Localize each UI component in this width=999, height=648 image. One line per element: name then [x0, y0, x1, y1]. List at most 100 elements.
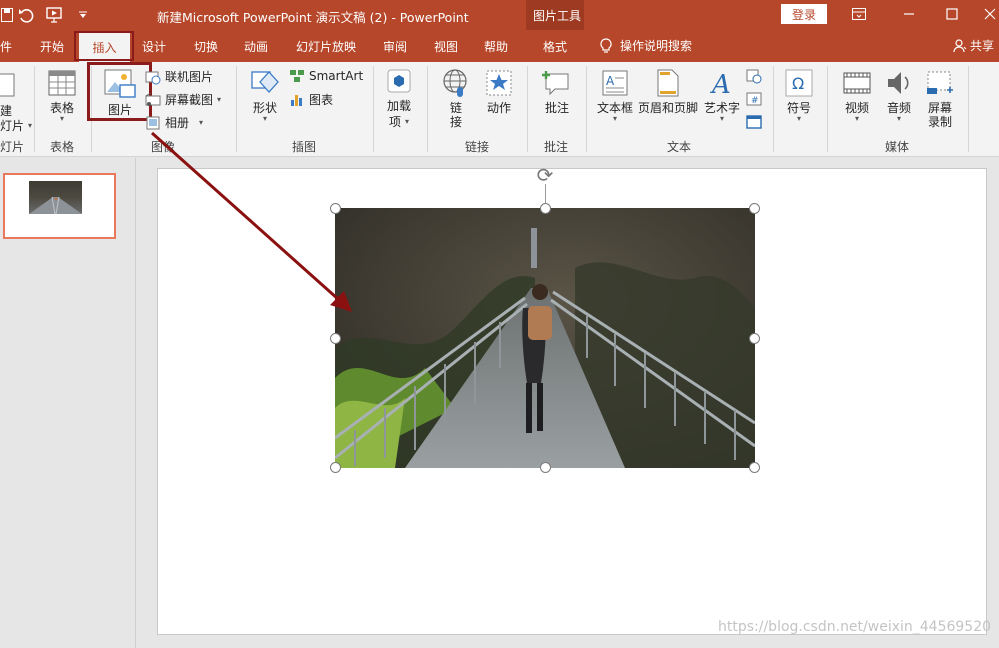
share-label: 共享 — [970, 39, 995, 53]
document-title: 新建Microsoft PowerPoint 演示文稿 (2) - PowerP… — [157, 10, 469, 25]
tab-transitions[interactable]: 切换 — [194, 38, 218, 55]
comment-label: 批注 — [544, 101, 569, 115]
resize-handle-top-right[interactable] — [749, 203, 760, 214]
undo-icon[interactable] — [17, 5, 35, 25]
link-button[interactable]: 链 接 — [441, 68, 471, 129]
comment-icon — [542, 71, 569, 96]
symbol-button[interactable]: Ω 符号 ▾ — [784, 68, 814, 123]
lightbulb-icon — [600, 37, 612, 53]
resize-handle-top-left[interactable] — [330, 203, 341, 214]
resize-handle-right[interactable] — [749, 333, 760, 344]
group-comments-label: 批注 — [544, 140, 569, 154]
tab-view[interactable]: 视图 — [434, 38, 458, 55]
ribbon-separator — [527, 66, 528, 152]
screen-recording-button[interactable]: 屏幕 录制 — [925, 68, 955, 129]
online-pictures-button[interactable]: 联机图片 — [145, 68, 213, 85]
photo-album-button[interactable]: 相册 ▾ — [145, 114, 203, 131]
tell-me-label: 操作说明搜索 — [620, 39, 693, 53]
smartart-button[interactable]: SmartArt — [289, 68, 363, 84]
tell-me-search[interactable]: 操作说明搜索 — [600, 37, 692, 54]
comment-button[interactable]: 批注 — [542, 68, 572, 115]
shapes-button[interactable]: 形状 ▾ — [249, 68, 281, 123]
resize-handle-left[interactable] — [330, 333, 341, 344]
header-footer-label: 页眉和页脚 — [638, 101, 699, 115]
watermark-text: https://blog.csdn.net/weixin_44569520 — [718, 619, 992, 635]
date-time-icon — [746, 69, 762, 84]
audio-button[interactable]: 音频 ▾ — [884, 68, 914, 123]
slide-thumbnail-image — [29, 181, 82, 215]
chart-label: 图表 — [309, 93, 334, 107]
screenshot-button[interactable]: 屏幕截图 ▾ — [145, 91, 221, 108]
svg-text:A: A — [710, 70, 731, 98]
textbox-label: 文本框 — [597, 101, 634, 115]
chevron-down-icon: ▾ — [896, 114, 901, 123]
date-time-button[interactable] — [746, 68, 762, 84]
start-from-beginning-icon[interactable] — [45, 5, 65, 25]
wordart-icon: A — [710, 70, 731, 98]
person-icon — [953, 38, 967, 52]
screenshot-label: 屏幕截图 — [165, 93, 214, 107]
svg-text:A: A — [606, 74, 615, 88]
resize-handle-bottom[interactable] — [540, 462, 551, 473]
login-button[interactable]: 登录 — [781, 4, 827, 24]
tab-help[interactable]: 帮助 — [484, 38, 508, 55]
group-tables-label: 表格 — [50, 140, 75, 154]
smartart-label: SmartArt — [309, 69, 364, 83]
wordart-button[interactable]: A 艺术字 ▾ — [704, 68, 740, 123]
link-label-top: 链 — [449, 101, 462, 115]
svg-text:Ω: Ω — [792, 74, 804, 93]
chevron-down-icon: ▾ — [59, 114, 64, 123]
customize-qat-icon[interactable] — [76, 5, 90, 25]
tab-file[interactable]: 件 — [0, 38, 12, 55]
store-icon — [387, 69, 411, 93]
action-button[interactable]: 动作 — [484, 68, 514, 115]
ribbon-display-options-icon[interactable] — [847, 4, 871, 24]
tab-home[interactable]: 开始 — [40, 38, 64, 55]
addins-label-bottom: 项 ▾ — [388, 115, 410, 129]
group-slides-label: 灯片 — [0, 140, 25, 154]
speaker-icon — [888, 72, 909, 94]
smartart-icon — [290, 70, 304, 82]
share-button[interactable]: 共享 — [953, 37, 994, 54]
resize-handle-bottom-right[interactable] — [749, 462, 760, 473]
new-slide-button[interactable] — [0, 68, 16, 98]
header-footer-button[interactable]: 页眉和页脚 — [638, 68, 698, 115]
picture-tools-label: 图片工具 — [533, 9, 582, 23]
globe-link-icon — [443, 69, 467, 97]
inserted-picture[interactable] — [335, 208, 755, 468]
tab-animations[interactable]: 动画 — [244, 38, 268, 55]
omega-icon: Ω — [785, 69, 813, 97]
resize-handle-bottom-left[interactable] — [330, 462, 341, 473]
maximize-icon[interactable] — [940, 4, 964, 24]
tab-slideshow[interactable]: 幻灯片放映 — [296, 38, 356, 55]
object-icon — [746, 115, 762, 129]
table-label: 表格 — [49, 101, 74, 115]
ribbon-separator — [34, 66, 35, 152]
save-icon[interactable] — [0, 5, 14, 25]
video-button[interactable]: 视频 ▾ — [842, 68, 872, 123]
textbox-button[interactable]: A 文本框 ▾ — [597, 68, 633, 123]
new-slide-label-bottom: 灯片 ▾ — [0, 119, 33, 133]
tab-design[interactable]: 设计 — [142, 38, 166, 55]
screen-recording-icon — [927, 71, 953, 94]
film-icon — [843, 72, 871, 94]
close-icon[interactable] — [978, 4, 999, 24]
rotate-handle-icon[interactable]: ⟳ — [534, 164, 556, 186]
group-links-label: 链接 — [465, 140, 490, 154]
ribbon-separator — [236, 66, 237, 152]
table-button[interactable]: 表格 ▾ — [47, 68, 77, 123]
group-text-label: 文本 — [667, 140, 692, 154]
ribbon-separator — [773, 66, 774, 152]
group-illustrations-label: 插图 — [292, 140, 317, 154]
tab-format[interactable]: 格式 — [543, 38, 567, 55]
insert-tab-highlight-box — [74, 31, 134, 61]
tab-review[interactable]: 审阅 — [383, 38, 407, 55]
object-button[interactable] — [746, 114, 762, 130]
addins-button[interactable]: 加载 项 ▾ — [384, 68, 414, 130]
resize-handle-top[interactable] — [540, 203, 551, 214]
minimize-icon[interactable] — [897, 4, 921, 24]
chevron-down-icon: ▾ — [720, 114, 725, 123]
chart-button[interactable]: 图表 — [289, 91, 333, 108]
slide-number-button[interactable]: # — [746, 91, 762, 107]
ribbon-separator — [586, 66, 587, 152]
